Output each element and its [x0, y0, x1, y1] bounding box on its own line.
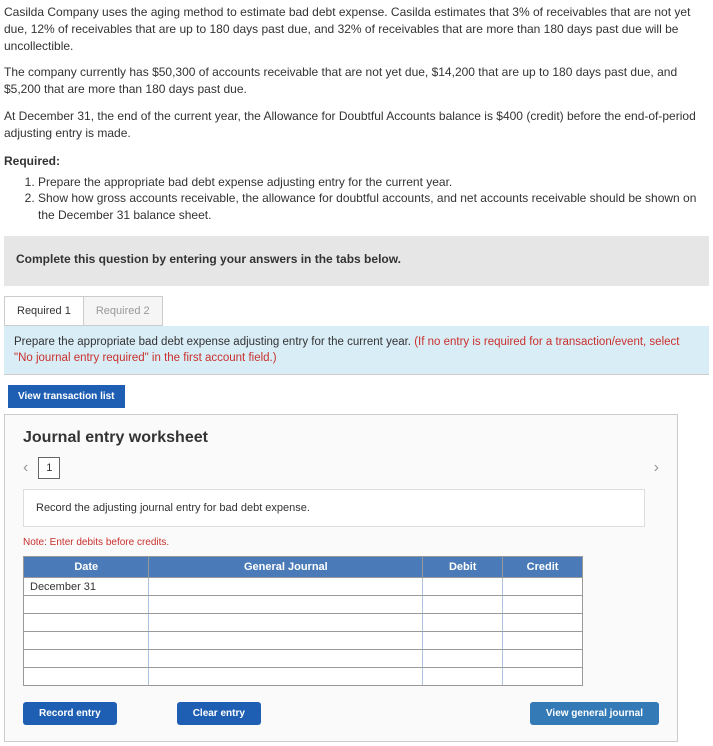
- next-entry-icon[interactable]: ›: [654, 459, 659, 477]
- cell-debit-input[interactable]: [423, 596, 503, 614]
- table-row: [24, 614, 583, 632]
- cell-debit-input[interactable]: [423, 578, 503, 596]
- cell-credit-input[interactable]: [503, 632, 583, 650]
- cell-account-input[interactable]: [149, 632, 423, 650]
- debits-note: Note: Enter debits before credits.: [23, 537, 659, 548]
- journal-worksheet-panel: Journal entry worksheet ‹ 1 › Record the…: [4, 414, 678, 742]
- view-general-journal-button[interactable]: View general journal: [530, 702, 659, 725]
- table-row: [24, 650, 583, 668]
- header-debit: Debit: [423, 557, 503, 578]
- cell-account-input[interactable]: [149, 650, 423, 668]
- problem-p2: The company currently has $50,300 of acc…: [4, 64, 709, 98]
- instruction-bar: Complete this question by entering your …: [4, 236, 709, 286]
- table-row: [24, 596, 583, 614]
- cell-date[interactable]: [24, 650, 149, 668]
- cell-account-input[interactable]: [149, 578, 423, 596]
- header-credit: Credit: [503, 557, 583, 578]
- table-row: December 31: [24, 578, 583, 596]
- problem-p1: Casilda Company uses the aging method to…: [4, 4, 709, 54]
- table-row: [24, 632, 583, 650]
- tab-required-1[interactable]: Required 1: [4, 296, 84, 326]
- record-prompt-box: Record the adjusting journal entry for b…: [23, 489, 645, 527]
- journal-table: Date General Journal Debit Credit Decemb…: [23, 556, 583, 686]
- view-transaction-list-button[interactable]: View transaction list: [8, 385, 125, 408]
- tab-instruction: Prepare the appropriate bad debt expense…: [4, 326, 709, 375]
- worksheet-nav: ‹ 1 ›: [23, 457, 659, 479]
- record-prompt: Record the adjusting journal entry for b…: [36, 502, 310, 514]
- tabs: Required 1 Required 2: [4, 296, 709, 326]
- header-general-journal: General Journal: [149, 557, 423, 578]
- cell-account-input[interactable]: [149, 596, 423, 614]
- required-item-1: Prepare the appropriate bad debt expense…: [38, 174, 709, 191]
- required-section: Required: Prepare the appropriate bad de…: [4, 154, 709, 224]
- cell-debit-input[interactable]: [423, 632, 503, 650]
- header-date: Date: [24, 557, 149, 578]
- cell-credit-input[interactable]: [503, 650, 583, 668]
- tab-required-2[interactable]: Required 2: [83, 296, 163, 326]
- cell-date[interactable]: [24, 632, 149, 650]
- prev-entry-icon[interactable]: ‹: [23, 459, 28, 477]
- cell-date[interactable]: [24, 614, 149, 632]
- cell-debit-input[interactable]: [423, 614, 503, 632]
- cell-debit-input[interactable]: [423, 650, 503, 668]
- instruction-text: Prepare the appropriate bad debt expense…: [14, 336, 414, 348]
- cell-credit-input[interactable]: [503, 614, 583, 632]
- problem-p3: At December 31, the end of the current y…: [4, 108, 709, 142]
- cell-credit-input[interactable]: [503, 596, 583, 614]
- cell-date: December 31: [24, 578, 149, 596]
- cell-account-input[interactable]: [149, 614, 423, 632]
- cell-credit-input[interactable]: [503, 578, 583, 596]
- page-number[interactable]: 1: [38, 457, 60, 479]
- action-row: Record entry Clear entry View general jo…: [23, 702, 659, 725]
- required-item-2: Show how gross accounts receivable, the …: [38, 190, 709, 224]
- required-heading: Required:: [4, 154, 709, 168]
- record-entry-button[interactable]: Record entry: [23, 702, 117, 725]
- cell-date[interactable]: [24, 596, 149, 614]
- worksheet-title: Journal entry worksheet: [23, 429, 659, 447]
- problem-statement: Casilda Company uses the aging method to…: [4, 4, 709, 142]
- clear-entry-button[interactable]: Clear entry: [177, 702, 261, 725]
